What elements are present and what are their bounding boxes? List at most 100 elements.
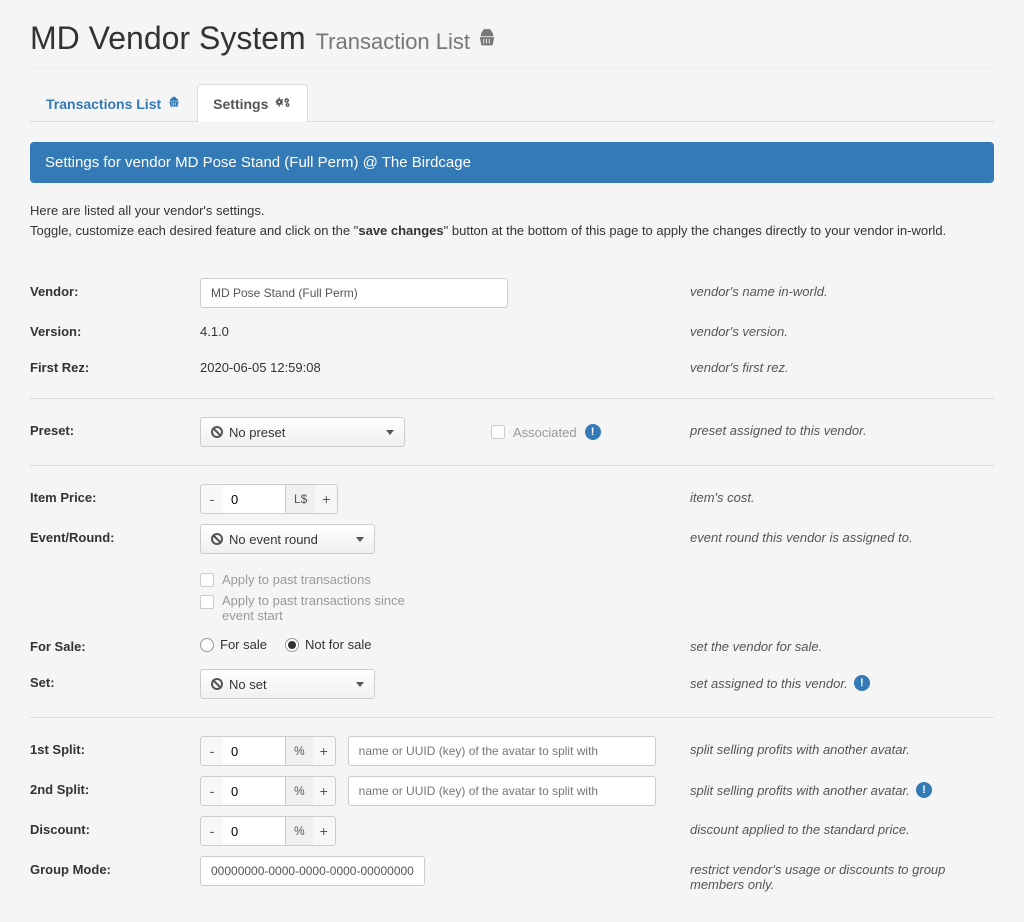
intro-line1: Here are listed all your vendor's settin… — [30, 201, 994, 221]
increment-button[interactable]: + — [313, 737, 335, 765]
preset-dropdown[interactable]: No preset — [200, 417, 405, 447]
page-header: MD Vendor System Transaction List — [30, 20, 994, 68]
label-split-2: 2nd Split: — [30, 776, 200, 797]
label-set: Set: — [30, 669, 200, 690]
unit-label: % — [285, 817, 313, 845]
decrement-button[interactable]: - — [201, 817, 223, 845]
separator — [30, 398, 994, 399]
help-first-rez: vendor's first rez. — [690, 354, 994, 375]
tab-transactions-list[interactable]: Transactions List — [30, 84, 197, 122]
radio-icon — [200, 638, 214, 652]
event-round-value: No event round — [229, 532, 318, 547]
group-uuid-input[interactable] — [200, 856, 425, 886]
preset-value: No preset — [229, 425, 285, 440]
help-split1: split selling profits with another avata… — [690, 736, 994, 757]
caret-icon — [356, 537, 364, 542]
radio-not-for-sale[interactable]: Not for sale — [285, 637, 371, 652]
info-icon[interactable]: ! — [585, 424, 601, 440]
associated-checkbox-row[interactable]: Associated ! — [491, 424, 601, 440]
increment-button[interactable]: + — [315, 485, 337, 513]
intro-text: Here are listed all your vendor's settin… — [30, 201, 994, 240]
help-for-sale: set the vendor for sale. — [690, 633, 994, 654]
label-vendor: Vendor: — [30, 278, 200, 299]
row-set: Set: No set set assigned to this vendor.… — [30, 669, 994, 699]
event-round-dropdown[interactable]: No event round — [200, 524, 375, 554]
checkbox-icon — [200, 573, 214, 587]
row-group-mode: Group Mode: restrict vendor's usage or d… — [30, 856, 994, 892]
gears-icon — [274, 95, 292, 112]
info-icon[interactable]: ! — [916, 782, 932, 798]
row-first-rez: First Rez: 2020-06-05 12:59:08 vendor's … — [30, 354, 994, 380]
help-vendor: vendor's name in-world. — [690, 278, 994, 299]
version-value: 4.1.0 — [200, 318, 229, 339]
discount-input[interactable] — [223, 817, 285, 845]
discount-spinner: - % + — [200, 816, 336, 846]
intro-line2: Toggle, customize each desired feature a… — [30, 221, 994, 241]
basket-icon — [476, 27, 498, 52]
help-group-mode: restrict vendor's usage or discounts to … — [690, 856, 994, 892]
label-discount: Discount: — [30, 816, 200, 837]
row-item-price: Item Price: - L$ + item's cost. — [30, 484, 994, 514]
radio-label: Not for sale — [305, 637, 371, 652]
first-rez-value: 2020-06-05 12:59:08 — [200, 354, 321, 375]
for-sale-radio-group: For sale Not for sale — [200, 633, 371, 652]
label-first-rez: First Rez: — [30, 354, 200, 375]
decrement-button[interactable]: - — [201, 777, 223, 805]
set-dropdown[interactable]: No set — [200, 669, 375, 699]
row-split-1: 1st Split: - % + split selling profits w… — [30, 736, 994, 766]
apply-past-since-checkbox[interactable]: Apply to past transactions since event s… — [200, 593, 422, 623]
help-item-price: item's cost. — [690, 484, 994, 505]
row-version: Version: 4.1.0 vendor's version. — [30, 318, 994, 344]
label-version: Version: — [30, 318, 200, 339]
checkbox-icon — [200, 595, 214, 609]
radio-for-sale[interactable]: For sale — [200, 637, 267, 652]
item-price-input[interactable] — [223, 485, 285, 513]
row-preset: Preset: No preset Associated ! preset as… — [30, 417, 994, 447]
set-value: No set — [229, 677, 267, 692]
split1-avatar-input[interactable] — [348, 736, 656, 766]
caret-icon — [386, 430, 394, 435]
vendor-name-input[interactable] — [200, 278, 508, 308]
help-set: set assigned to this vendor. ! — [690, 669, 994, 691]
caret-icon — [356, 682, 364, 687]
basket-icon — [167, 95, 181, 112]
separator — [30, 465, 994, 466]
label-event-round: Event/Round: — [30, 524, 200, 545]
info-icon[interactable]: ! — [854, 675, 870, 691]
tab-label: Settings — [213, 96, 268, 112]
unit-label: L$ — [285, 485, 315, 513]
label-split-1: 1st Split: — [30, 736, 200, 757]
ban-icon — [211, 426, 223, 438]
apply-past-checkbox[interactable]: Apply to past transactions — [200, 572, 371, 587]
row-vendor: Vendor: vendor's name in-world. — [30, 278, 994, 308]
label-preset: Preset: — [30, 417, 200, 438]
row-event-round: Event/Round: No event round Apply to pas… — [30, 524, 994, 623]
decrement-button[interactable]: - — [201, 485, 223, 513]
unit-label: % — [285, 777, 313, 805]
page-title: MD Vendor System — [30, 20, 306, 56]
increment-button[interactable]: + — [313, 777, 335, 805]
unit-label: % — [285, 737, 313, 765]
settings-banner: Settings for vendor MD Pose Stand (Full … — [30, 142, 994, 183]
split2-avatar-input[interactable] — [348, 776, 656, 806]
row-for-sale: For Sale: For sale Not for sale set the … — [30, 633, 994, 659]
ban-icon — [211, 533, 223, 545]
row-split-2: 2nd Split: - % + split selling profits w… — [30, 776, 994, 806]
help-preset: preset assigned to this vendor. — [690, 417, 994, 438]
help-event-round: event round this vendor is assigned to. — [690, 524, 994, 545]
apply-past-since-label: Apply to past transactions since event s… — [222, 593, 422, 623]
checkbox-icon — [491, 425, 505, 439]
increment-button[interactable]: + — [313, 817, 335, 845]
split2-input[interactable] — [223, 777, 285, 805]
row-discount: Discount: - % + discount applied to the … — [30, 816, 994, 846]
ban-icon — [211, 678, 223, 690]
associated-label: Associated — [513, 425, 577, 440]
page-subtitle: Transaction List — [316, 29, 470, 54]
tab-label: Transactions List — [46, 96, 161, 112]
tab-settings[interactable]: Settings — [197, 84, 308, 122]
apply-past-label: Apply to past transactions — [222, 572, 371, 587]
decrement-button[interactable]: - — [201, 737, 223, 765]
apply-past-options: Apply to past transactions Apply to past… — [200, 572, 422, 623]
tabs: Transactions List Settings — [30, 83, 994, 122]
split1-input[interactable] — [223, 737, 285, 765]
